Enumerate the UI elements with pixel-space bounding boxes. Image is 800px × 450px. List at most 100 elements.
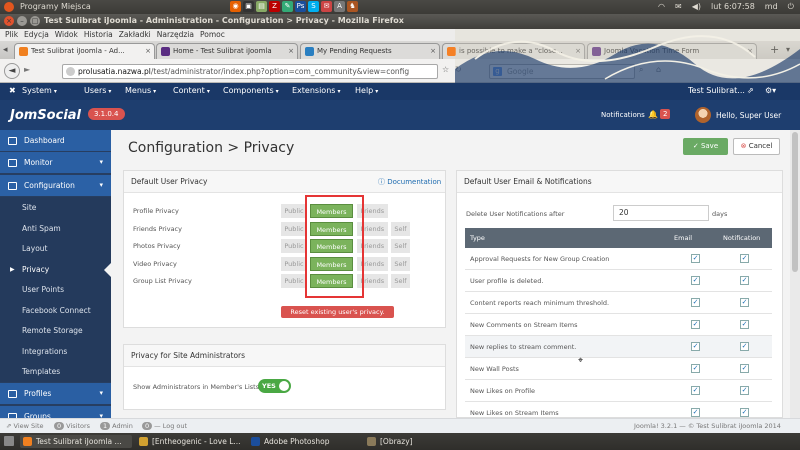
tab-close-icon[interactable]: × — [288, 44, 294, 58]
taskbar-window[interactable]: [Entheogenic - Love L... — [136, 435, 244, 448]
tab-close-icon[interactable]: × — [430, 44, 436, 58]
wifi-icon[interactable]: ◠ — [658, 2, 665, 12]
email-checkbox[interactable]: ✓ — [691, 254, 700, 263]
bell-icon[interactable]: 🔔 — [648, 110, 658, 119]
site-link-icon[interactable]: ⇗ — [747, 86, 754, 95]
text-editor-icon[interactable]: ✎ — [282, 1, 293, 12]
email-checkbox[interactable]: ✓ — [691, 408, 700, 417]
save-button[interactable]: ✓ Save — [683, 138, 728, 155]
sidebar-subitem-remote-storage[interactable]: Remote Storage — [0, 320, 111, 341]
menu-edycja[interactable]: Edycja — [24, 29, 49, 41]
site-name-link[interactable]: Test Sulibrat... — [688, 86, 745, 95]
photoshop-icon[interactable]: Ps — [295, 1, 306, 12]
user-greeting[interactable]: Hello, Super User — [716, 111, 781, 120]
privacy-option-self[interactable]: Self — [391, 256, 411, 271]
power-icon[interactable]: ⏻ — [788, 2, 794, 12]
firefox-icon[interactable]: ◉ — [230, 1, 241, 12]
notification-checkbox[interactable]: ✓ — [740, 342, 749, 351]
sidebar-subitem-facebook-connect[interactable]: Facebook Connect — [0, 299, 111, 321]
mail-indicator-icon[interactable]: ✉ — [675, 2, 682, 12]
sidebar-item-monitor[interactable]: Monitor ▾ — [0, 152, 111, 173]
sidebar-subitem-layout[interactable]: Layout — [0, 238, 111, 259]
tab-list-icon[interactable]: ▾ — [786, 45, 790, 54]
browser-tab[interactable]: Test Sulibrat iJoomla - Ad... × — [14, 43, 155, 59]
skype-icon[interactable]: S — [308, 1, 319, 12]
sidebar-subitem-integrations[interactable]: Integrations — [0, 340, 111, 362]
browser-tab[interactable]: Home - Test Sulibrat iJoomla × — [156, 43, 298, 59]
browser-tab[interactable]: Joomla Vacation Time Form × — [587, 43, 757, 59]
joomla-menu-content[interactable]: Content ▾ — [173, 86, 210, 95]
privacy-option-self[interactable]: Self — [391, 274, 411, 288]
files-icon[interactable]: ▤ — [256, 1, 267, 12]
email-checkbox[interactable]: ✓ — [691, 342, 700, 351]
notification-checkbox[interactable]: ✓ — [740, 386, 749, 395]
menu-narzędzia[interactable]: Narzędzia — [157, 29, 194, 41]
tab-close-icon[interactable]: × — [747, 44, 753, 58]
notifications-link[interactable]: Notifications — [601, 111, 645, 119]
filezilla-icon[interactable]: Z — [269, 1, 280, 12]
game-icon[interactable]: ♞ — [347, 1, 358, 12]
address-bar[interactable]: prolusatia.nazwa.pl/test/administrator/i… — [62, 64, 438, 79]
search-go-icon[interactable]: ⌕ — [639, 65, 643, 75]
tab-close-icon[interactable]: × — [575, 44, 581, 58]
user-name[interactable]: md — [765, 2, 778, 12]
notification-checkbox[interactable]: ✓ — [740, 254, 749, 263]
font-icon[interactable]: A — [334, 1, 345, 12]
documentation-link[interactable]: ⓘ Documentation — [378, 177, 441, 187]
notification-checkbox[interactable]: ✓ — [740, 298, 749, 307]
volume-icon[interactable]: ◀) — [692, 2, 701, 12]
menu-zakładki[interactable]: Zakładki — [119, 29, 151, 41]
back-icon[interactable]: ◄ — [4, 63, 20, 79]
places-menu[interactable]: Programy Miejsca — [20, 2, 91, 11]
privacy-option-public[interactable]: Public — [281, 204, 308, 218]
privacy-option-public[interactable]: Public — [281, 239, 308, 253]
view-site-link[interactable]: ⇗ View Site — [6, 422, 44, 430]
privacy-option-public[interactable]: Public — [281, 221, 308, 236]
sidebar-subitem-site[interactable]: Site — [0, 197, 111, 218]
taskbar-window[interactable]: Test Sulibrat iJoomla ... — [20, 435, 132, 448]
joomla-menu-help[interactable]: Help ▾ — [355, 86, 378, 95]
maximize-window-icon[interactable]: □ — [30, 16, 40, 26]
menu-widok[interactable]: Widok — [55, 29, 78, 41]
joomla-menu-menus[interactable]: Menus ▾ — [125, 86, 156, 95]
terminal-icon[interactable]: ▣ — [243, 1, 254, 12]
taskbar-window[interactable]: [Obrazy] — [364, 435, 434, 448]
privacy-option-public[interactable]: Public — [281, 256, 308, 271]
home-icon[interactable]: ⌂ — [656, 65, 661, 74]
reload-icon[interactable]: ↻ — [455, 65, 462, 74]
email-checkbox[interactable]: ✓ — [691, 276, 700, 285]
joomla-menu-users[interactable]: Users ▾ — [84, 86, 111, 95]
menu-plik[interactable]: Plik — [5, 29, 18, 41]
mail-icon[interactable]: ✉ — [321, 1, 332, 12]
logout-link[interactable]: 0— Log out — [140, 422, 187, 430]
avatar[interactable] — [695, 107, 711, 123]
clock[interactable]: lut 6:07:58 — [711, 2, 755, 12]
jomsocial-logo[interactable]: JomSocial — [10, 108, 81, 123]
site-identity-icon[interactable] — [66, 67, 75, 76]
joomla-menu-extensions[interactable]: Extensions ▾ — [292, 86, 340, 95]
sidebar-item-groups[interactable]: Groups ▾ — [0, 406, 111, 418]
notification-checkbox[interactable]: ✓ — [740, 364, 749, 373]
scrollbar-thumb[interactable] — [792, 132, 798, 272]
ubuntu-logo-icon[interactable] — [4, 2, 14, 12]
tab-scroll-left-icon[interactable]: ◂ — [3, 45, 8, 55]
taskbar-window[interactable]: Adobe Photoshop — [248, 435, 360, 448]
settings-gear-icon[interactable]: ⚙▾ — [765, 86, 776, 95]
joomla-menu-components[interactable]: Components ▾ — [223, 86, 279, 95]
show-desktop-icon[interactable] — [4, 436, 14, 446]
notification-checkbox[interactable]: ✓ — [740, 320, 749, 329]
show-admins-toggle[interactable]: YES — [258, 379, 291, 393]
sidebar-item-dashboard[interactable]: Dashboard — [0, 130, 111, 151]
privacy-option-self[interactable]: Self — [391, 239, 411, 253]
close-window-icon[interactable]: × — [4, 16, 14, 26]
cancel-button[interactable]: ⊗ Cancel — [733, 138, 780, 155]
reset-privacy-button[interactable]: Reset existing user's privacy. — [281, 306, 394, 318]
email-checkbox[interactable]: ✓ — [691, 298, 700, 307]
sidebar-subitem-user-points[interactable]: User Points — [0, 279, 111, 300]
notification-checkbox[interactable]: ✓ — [740, 408, 749, 417]
search-input[interactable]: g Google — [489, 64, 635, 79]
bookmark-star-icon[interactable]: ☆ — [442, 65, 449, 74]
sidebar-item-profiles[interactable]: Profiles ▾ — [0, 383, 111, 404]
privacy-option-self[interactable]: Self — [391, 221, 411, 236]
browser-tab[interactable]: My Pending Requests × — [300, 43, 440, 59]
